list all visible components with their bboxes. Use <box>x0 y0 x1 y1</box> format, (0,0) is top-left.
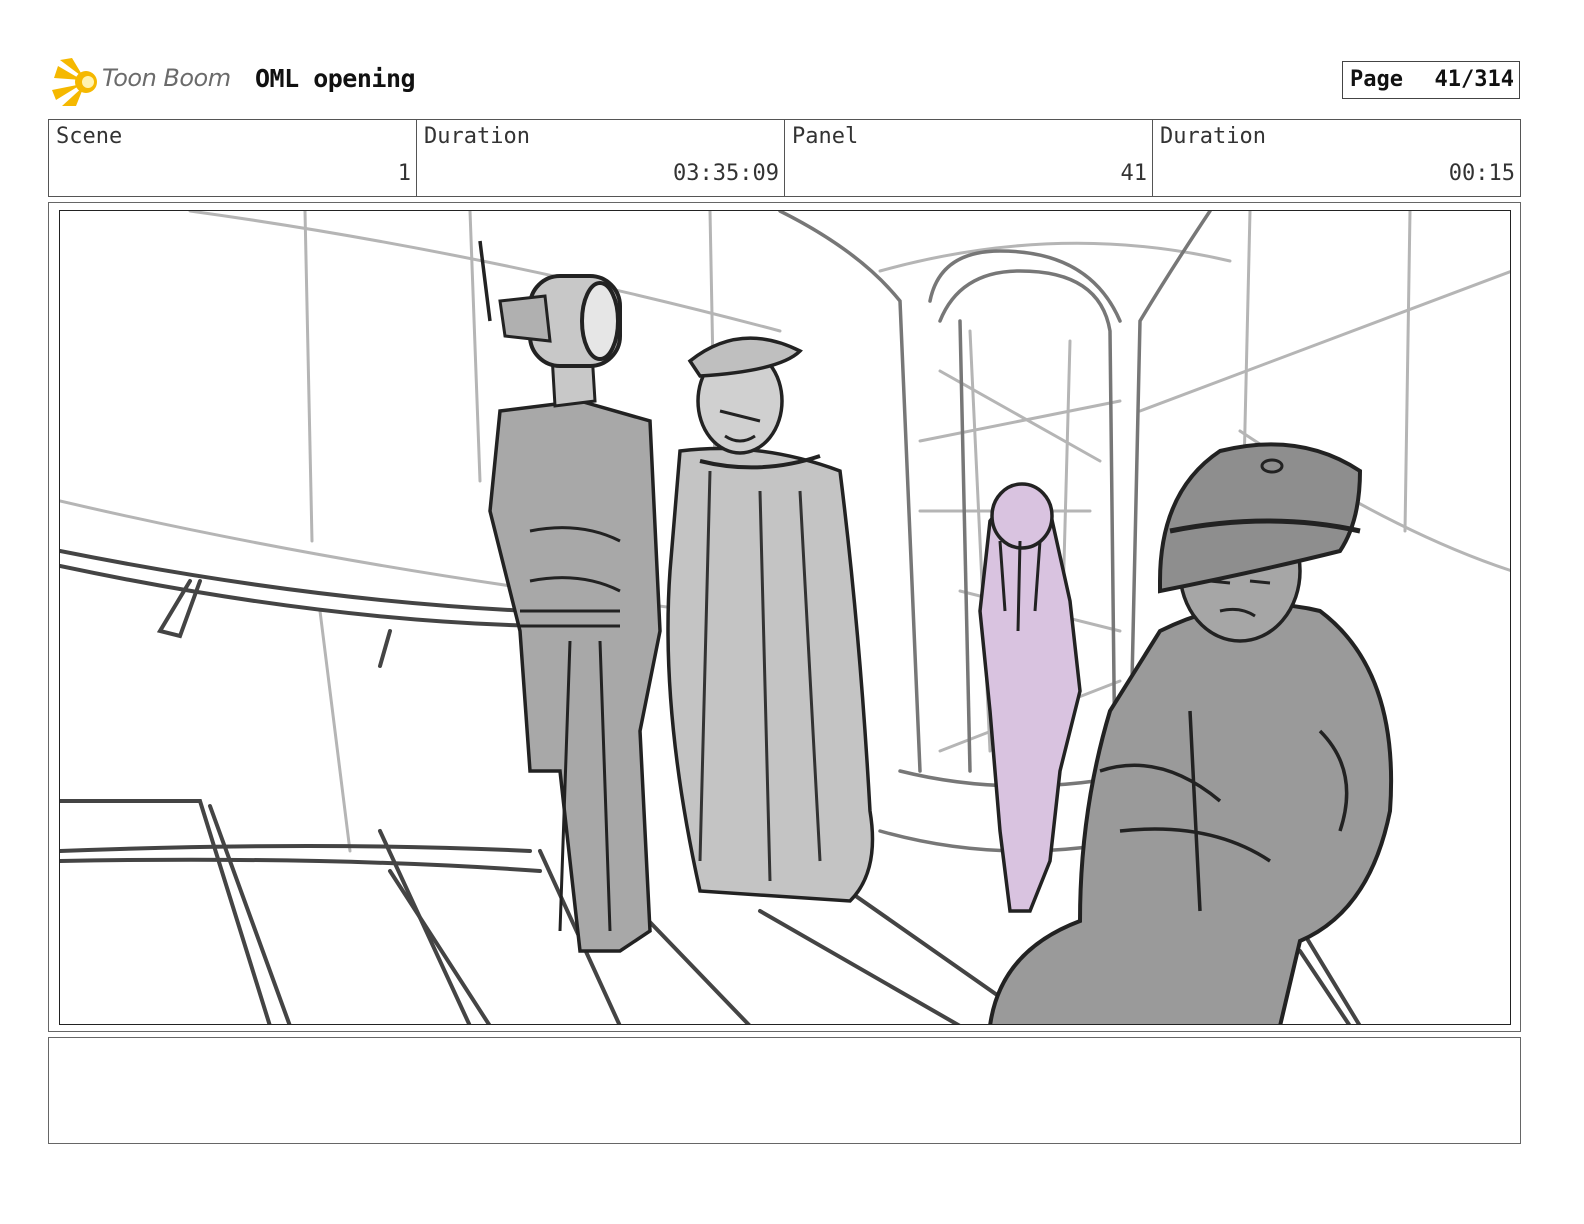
cloaked-figure <box>666 336 875 903</box>
scene-duration-value: 03:35:09 <box>673 161 779 186</box>
info-row: Scene 1 Duration 03:35:09 Panel 41 Durat… <box>48 119 1521 197</box>
scene-cell: Scene 1 <box>49 120 417 196</box>
panel-value: 41 <box>1120 161 1148 186</box>
panel-duration-cell: Duration 00:15 <box>1153 120 1520 196</box>
burst-logo-icon <box>52 58 97 106</box>
project-title: OML opening <box>255 64 416 93</box>
logo-text: Toon Boom <box>102 64 231 92</box>
panel-duration-value: 00:15 <box>1448 161 1515 186</box>
panel-notes-box <box>48 1037 1521 1144</box>
panel-cell: Panel 41 <box>785 120 1153 196</box>
scene-label: Scene <box>56 124 123 149</box>
page-number: 41/314 <box>1434 67 1514 92</box>
storyboard-sketch <box>60 211 1510 1024</box>
storyboard-panel-image <box>59 210 1511 1025</box>
page-label: Page <box>1350 67 1403 92</box>
scene-value: 1 <box>397 161 411 186</box>
page-indicator: Page 41/314 <box>1342 61 1520 99</box>
robot-figure <box>478 240 662 953</box>
panel-label: Panel <box>792 124 859 149</box>
scene-duration-cell: Duration 03:35:09 <box>417 120 785 196</box>
toon-boom-logo: Toon Boom <box>52 56 242 108</box>
scene-duration-label: Duration <box>424 124 530 149</box>
panel-duration-label: Duration <box>1160 124 1266 149</box>
